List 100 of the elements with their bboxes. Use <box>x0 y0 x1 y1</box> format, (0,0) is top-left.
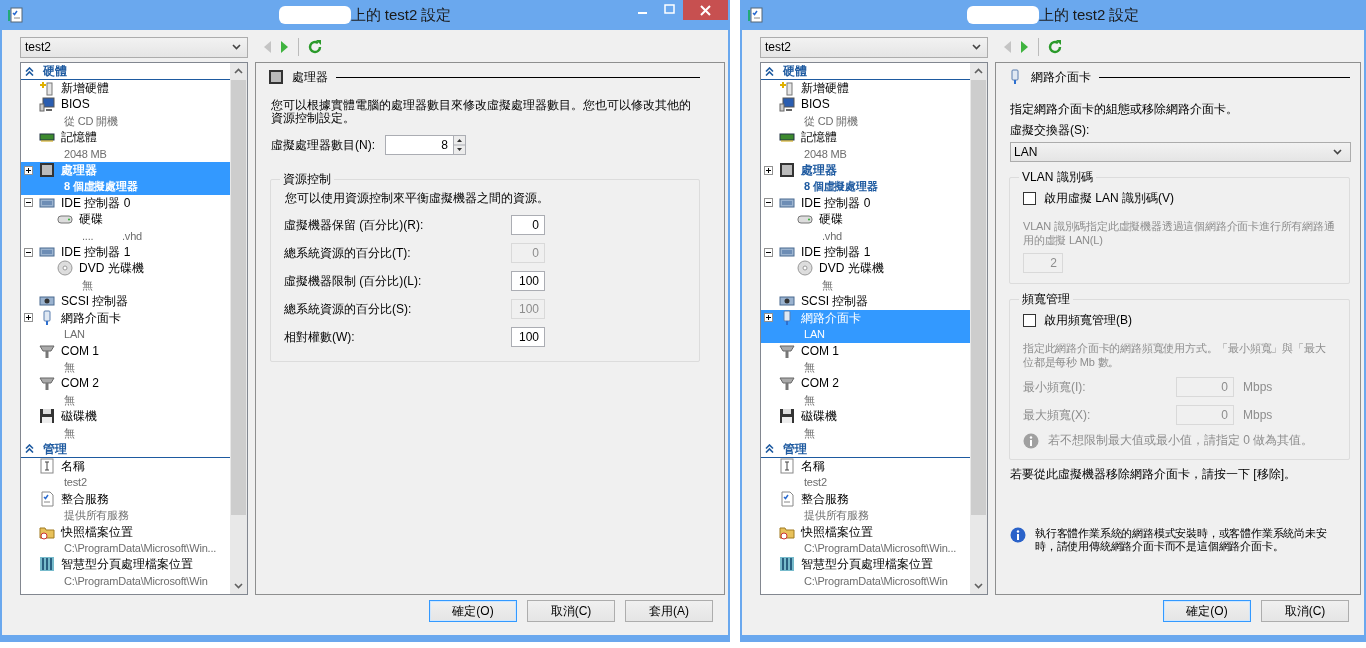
checkbox-label[interactable]: 啟用頻寬管理(B) <box>1044 312 1132 329</box>
close-button[interactable] <box>683 0 728 20</box>
spinner-arrows-icon[interactable] <box>453 135 466 155</box>
vm-dropdown[interactable]: test2 <box>20 36 248 58</box>
description-text: 您可以使用資源控制來平衡虛擬機器之間的資源。 <box>285 190 550 207</box>
window-title: 上的 test2 設定 <box>1038 5 1140 25</box>
number-field[interactable]: 100 <box>511 271 545 291</box>
tree-item[interactable]: IDE 控制器 0 <box>761 194 970 212</box>
port-icon <box>39 342 55 359</box>
collapse-box-icon[interactable] <box>764 198 773 208</box>
refresh-icon[interactable] <box>307 39 323 55</box>
default-button[interactable]: 確定(O) <box>1163 600 1251 622</box>
field-label: 虛擬機器保留 (百分比)(R): <box>284 216 425 234</box>
tree-item[interactable]: SCSI 控制器 <box>761 293 970 310</box>
checkbox[interactable] <box>1023 192 1036 205</box>
tree-item[interactable]: 記憶體 2048 MB <box>761 129 970 163</box>
dialog-button[interactable]: 套用(A) <box>625 600 713 622</box>
expand-box-icon[interactable] <box>764 165 773 175</box>
number-field: 0 <box>511 243 545 263</box>
instruction-text: 若要從此虛擬機器移除網路介面卡，請按一下 [移除]。 <box>1010 466 1297 483</box>
description-line: 位都是每秒 Mb 數。 <box>1023 355 1121 369</box>
section-header[interactable]: 管理 <box>21 440 230 458</box>
field-label: 虛擬交換器(S): <box>1010 122 1091 139</box>
checkbox-label[interactable]: 啟用虛擬 LAN 識別碼(V) <box>1044 190 1174 207</box>
checklist-icon <box>779 490 795 507</box>
tree-item[interactable]: 記憶體 2048 MB <box>21 129 230 163</box>
tree-item[interactable]: COM 1 無 <box>21 342 230 376</box>
tree-item[interactable]: 智慧型分頁處理檔案位置 C:\ProgramData\Microsoft\Win <box>21 556 230 590</box>
tree-item[interactable]: BIOS 從 CD 開機 <box>21 96 230 130</box>
tree-item[interactable]: COM 2 無 <box>761 375 970 409</box>
page-heading: 網路介面卡 <box>1031 68 1091 86</box>
section-header[interactable]: 硬體 <box>761 63 970 80</box>
field-label: 最大頻寬(X): <box>1023 406 1092 424</box>
number-field[interactable]: 0 <box>511 215 545 235</box>
collapse-box-icon[interactable] <box>764 247 773 257</box>
tree-item[interactable]: 名稱 test2 <box>21 457 230 491</box>
tree-item[interactable]: IDE 控制器 1 <box>21 244 230 261</box>
tree-item[interactable]: DVD 光碟機 無 <box>21 260 230 294</box>
text-cursor-icon <box>39 457 55 474</box>
expand-box-icon[interactable] <box>24 313 33 323</box>
field-label: 總系統資源的百分比(T): <box>284 244 412 262</box>
hardware-add-icon <box>39 80 55 96</box>
monitor-icon <box>39 96 55 113</box>
paging-file-icon <box>39 556 55 573</box>
tree-item[interactable]: 整合服務 提供所有服務 <box>761 490 970 524</box>
scrollbar-thumb[interactable] <box>971 80 986 515</box>
unit-label: Mbps <box>1243 380 1273 394</box>
group-title: VLAN 識別碼 <box>1021 169 1094 186</box>
tree-item[interactable]: COM 1 無 <box>761 342 970 376</box>
number-field: 0 <box>1176 377 1234 397</box>
tree-item[interactable]: 名稱 test2 <box>761 457 970 491</box>
description-line: 指定此網路介面卡的網路頻寬使用方式。「最小頻寬」與「最大 <box>1023 341 1327 355</box>
tree-item[interactable]: 磁碟機 無 <box>21 408 230 441</box>
tree-item[interactable]: IDE 控制器 0 <box>21 194 230 212</box>
dialog-button[interactable]: 取消(C) <box>1261 600 1349 622</box>
tree-item[interactable]: 智慧型分頁處理檔案位置 C:\ProgramData\Microsoft\Win <box>761 556 970 590</box>
note-text: 若不想限制最大值或最小值，請指定 0 做為其值。 <box>1048 432 1314 449</box>
tree-item[interactable]: IDE 控制器 1 <box>761 244 970 261</box>
checkbox[interactable] <box>1023 314 1036 327</box>
tree-item[interactable]: 硬碟 .... .vhd <box>21 211 230 245</box>
expand-box-icon[interactable] <box>764 313 773 323</box>
collapse-icon[interactable] <box>765 66 774 76</box>
dialog-button[interactable]: 取消(C) <box>527 600 615 622</box>
tree-item[interactable]: 快照檔案位置 C:\ProgramData\Microsoft\Win... <box>21 523 230 557</box>
section-header[interactable]: 管理 <box>761 440 970 458</box>
tree-item[interactable]: 磁碟機 無 <box>761 408 970 441</box>
vm-dropdown[interactable]: test2 <box>760 36 988 58</box>
unit-label: Mbps <box>1243 408 1273 422</box>
app-icon <box>748 7 764 23</box>
tree-item[interactable]: 硬碟 .vhd <box>761 211 970 245</box>
tree-item[interactable]: 快照檔案位置 C:\ProgramData\Microsoft\Win... <box>761 523 970 557</box>
tree-item[interactable]: 處理器 8 個虛擬處理器 <box>761 162 970 195</box>
section-header[interactable]: 硬體 <box>21 63 230 80</box>
dropdown[interactable]: LAN <box>1010 142 1351 162</box>
page-heading: 處理器 <box>292 68 328 86</box>
collapse-icon[interactable] <box>25 66 34 76</box>
collapse-box-icon[interactable] <box>24 198 33 208</box>
tree-item[interactable]: 網路介面卡 LAN <box>21 309 230 343</box>
paging-file-icon <box>779 556 795 573</box>
tree-item[interactable]: 新增硬體 <box>761 80 970 97</box>
refresh-icon[interactable] <box>1047 39 1063 55</box>
tree-item[interactable]: COM 2 無 <box>21 375 230 409</box>
description-line: 用的虛擬 LAN(L) <box>1023 233 1104 247</box>
tree-item[interactable]: 整合服務 提供所有服務 <box>21 490 230 524</box>
tree-item[interactable]: SCSI 控制器 <box>21 293 230 310</box>
collapse-box-icon[interactable] <box>24 247 33 257</box>
info-line: 時，請使用傳統網路介面卡而不是這個網路介面卡。 <box>1035 540 1285 553</box>
expand-box-icon[interactable] <box>24 165 33 175</box>
description-text: 指定網路介面卡的組態或移除網路介面卡。 <box>1010 102 1239 116</box>
tree-item[interactable]: 新增硬體 <box>21 80 230 97</box>
field-label: 總系統資源的百分比(S): <box>284 300 413 318</box>
number-field[interactable]: 100 <box>511 327 545 347</box>
collapse-icon[interactable] <box>25 444 34 454</box>
tree-item[interactable]: BIOS 從 CD 開機 <box>761 96 970 130</box>
scrollbar-thumb[interactable] <box>231 80 246 515</box>
default-button[interactable]: 確定(O) <box>429 600 517 622</box>
caret-icon <box>972 44 981 50</box>
collapse-icon[interactable] <box>765 444 774 454</box>
disc-icon <box>57 260 73 277</box>
tree-item[interactable]: DVD 光碟機 無 <box>761 260 970 294</box>
